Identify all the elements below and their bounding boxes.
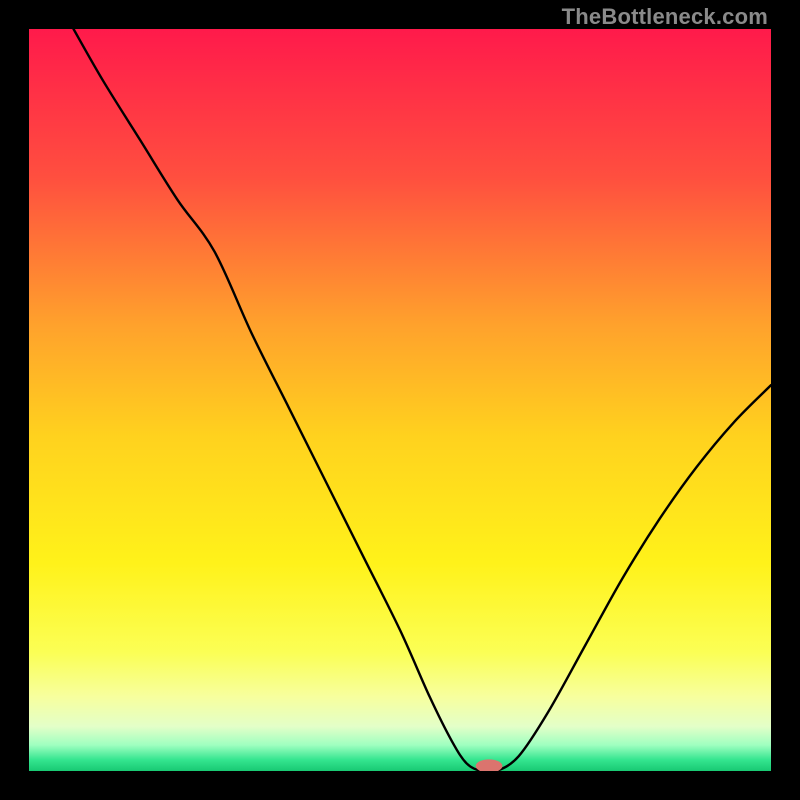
plot-area (29, 29, 771, 771)
watermark-label: TheBottleneck.com (562, 4, 768, 30)
chart-frame: TheBottleneck.com (0, 0, 800, 800)
bottleneck-chart (29, 29, 771, 771)
